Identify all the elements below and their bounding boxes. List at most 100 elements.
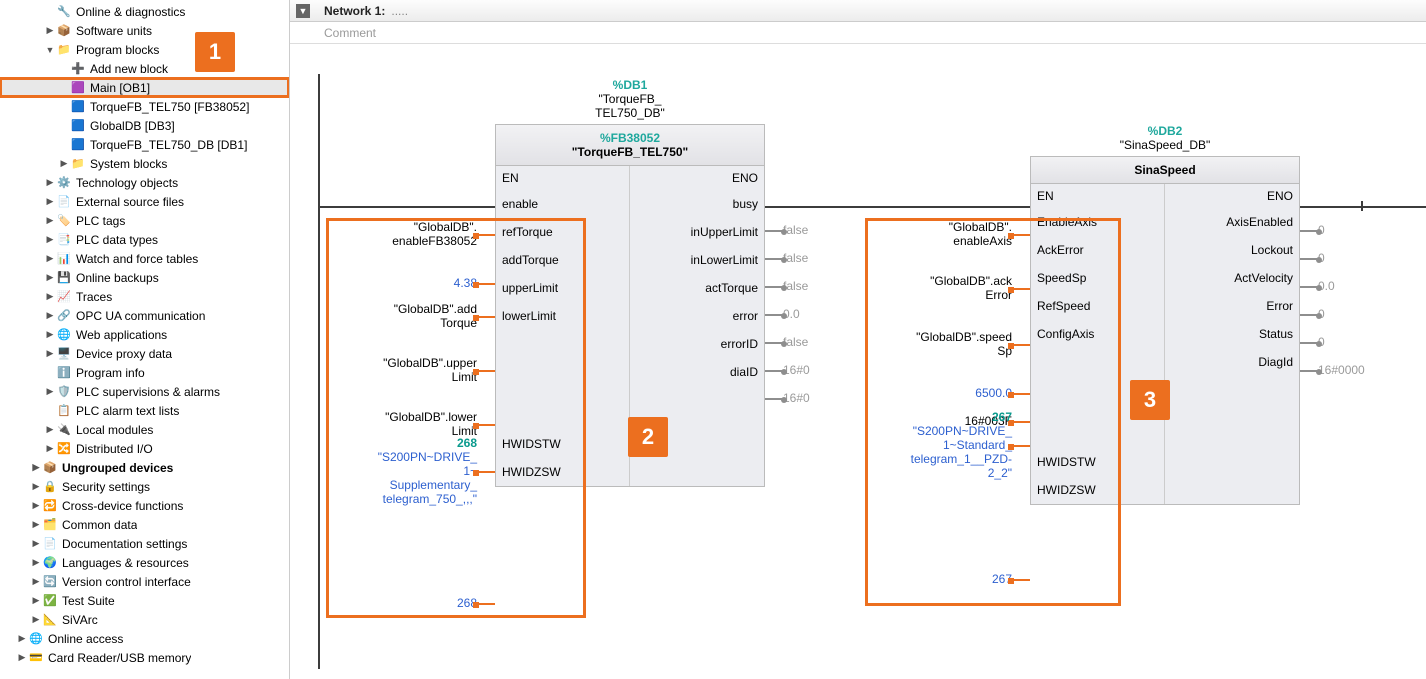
input-pin[interactable]: EN — [496, 166, 629, 190]
caret-icon[interactable]: ▶ — [44, 310, 56, 321]
output-pin[interactable]: inUpperLimit — [630, 218, 764, 246]
output-pin[interactable]: busy — [630, 190, 764, 218]
tree-item[interactable]: ▶🛡️PLC supervisions & alarms — [0, 382, 289, 401]
tree-item[interactable]: ▶🏷️PLC tags — [0, 211, 289, 230]
tree-item[interactable]: ▶🔒Security settings — [0, 477, 289, 496]
caret-icon[interactable]: ▶ — [44, 348, 56, 359]
output-pin[interactable]: ActVelocity — [1165, 264, 1299, 292]
input-value[interactable]: "GlobalDB".speedSp — [870, 330, 1012, 358]
tree-item[interactable]: ▶🔄Version control interface — [0, 572, 289, 591]
input-pin[interactable]: SpeedSp — [1031, 264, 1164, 292]
tree-item[interactable]: ▶📄Documentation settings — [0, 534, 289, 553]
caret-icon[interactable]: ▶ — [44, 329, 56, 340]
tree-item[interactable]: ▶🌐Online access — [0, 629, 289, 648]
output-pin[interactable]: ENO — [630, 166, 764, 190]
caret-icon[interactable]: ▶ — [30, 557, 42, 568]
caret-icon[interactable]: ▶ — [30, 481, 42, 492]
input-value[interactable]: "GlobalDB".enableFB38052 — [330, 220, 477, 248]
tree-item[interactable]: ▶📊Watch and force tables — [0, 249, 289, 268]
tree-item[interactable]: ℹ️Program info — [0, 363, 289, 382]
caret-icon[interactable]: ▶ — [30, 576, 42, 587]
caret-icon[interactable]: ▶ — [44, 424, 56, 435]
caret-icon[interactable]: ▶ — [44, 234, 56, 245]
tree-item[interactable]: 🔧Online & diagnostics — [0, 2, 289, 21]
input-pin[interactable]: enable — [496, 190, 629, 218]
caret-icon[interactable]: ▶ — [30, 519, 42, 530]
input-pin[interactable]: refTorque — [496, 218, 629, 246]
caret-icon[interactable]: ▶ — [30, 614, 42, 625]
tree-item[interactable]: ▶📈Traces — [0, 287, 289, 306]
input-value[interactable]: "GlobalDB".ackError — [870, 274, 1012, 302]
caret-icon[interactable]: ▶ — [30, 462, 42, 473]
fb-sinaspeed[interactable]: %DB2 "SinaSpeed_DB" SinaSpeed ENEnableAx… — [1030, 124, 1300, 505]
input-value[interactable]: "GlobalDB".addTorque — [330, 302, 477, 330]
input-pin[interactable]: HWIDSTW — [1031, 448, 1164, 476]
input-pin[interactable]: AckError — [1031, 236, 1164, 264]
caret-icon[interactable]: ▶ — [44, 386, 56, 397]
output-pin[interactable]: error — [630, 302, 764, 330]
tree-item[interactable]: ▶📄External source files — [0, 192, 289, 211]
input-pin[interactable]: EnableAxis — [1031, 208, 1164, 236]
tree-item[interactable]: ▶⚙️Technology objects — [0, 173, 289, 192]
caret-icon[interactable]: ▶ — [30, 538, 42, 549]
tree-item[interactable]: ▶📐SiVArc — [0, 610, 289, 629]
tree-item[interactable]: ➕Add new block — [0, 59, 289, 78]
output-pin[interactable]: Error — [1165, 292, 1299, 320]
input-value[interactable]: "GlobalDB".lowerLimit — [330, 410, 477, 438]
input-pin[interactable]: upperLimit — [496, 274, 629, 302]
input-value[interactable]: 4.38 — [330, 276, 477, 290]
tree-item[interactable]: ▶🌐Web applications — [0, 325, 289, 344]
caret-icon[interactable]: ▼ — [44, 45, 56, 55]
tree-item[interactable]: ▶📁System blocks — [0, 154, 289, 173]
input-pin[interactable]: lowerLimit — [496, 302, 629, 330]
input-value[interactable]: 268"S200PN~DRIVE_1~Supplementary_telegra… — [330, 436, 477, 506]
input-value[interactable]: 6500.0 — [870, 386, 1012, 400]
caret-icon[interactable]: ▶ — [44, 215, 56, 226]
input-value[interactable]: 268 — [330, 596, 477, 610]
caret-icon[interactable]: ▶ — [44, 25, 56, 36]
caret-icon[interactable]: ▶ — [44, 253, 56, 264]
input-pin[interactable]: EN — [1031, 184, 1164, 208]
tree-item[interactable]: 📋PLC alarm text lists — [0, 401, 289, 420]
output-pin[interactable]: DiagId — [1165, 348, 1299, 376]
caret-icon[interactable]: ▶ — [44, 196, 56, 207]
output-pin[interactable]: actTorque — [630, 274, 764, 302]
tree-item[interactable]: ▶🔁Cross-device functions — [0, 496, 289, 515]
tree-item[interactable]: ▶🌍Languages & resources — [0, 553, 289, 572]
caret-icon[interactable]: ▶ — [16, 652, 28, 663]
collapse-toggle[interactable]: ▼ — [296, 4, 310, 18]
project-tree[interactable]: 🔧Online & diagnostics▶📦Software units▼📁P… — [0, 0, 290, 679]
tree-item[interactable]: ▶🔀Distributed I/O — [0, 439, 289, 458]
output-pin[interactable]: diaID — [630, 358, 764, 386]
output-pin[interactable]: errorID — [630, 330, 764, 358]
tree-item[interactable]: 🟪Main [OB1] — [0, 78, 289, 97]
caret-icon[interactable]: ▶ — [44, 177, 56, 188]
output-pin[interactable]: Lockout — [1165, 236, 1299, 264]
tree-item[interactable]: 🟦TorqueFB_TEL750_DB [DB1] — [0, 135, 289, 154]
input-pin[interactable]: HWIDSTW — [496, 430, 629, 458]
network-canvas[interactable]: %DB1 "TorqueFB_TEL750_DB" %FB38052 "Torq… — [290, 44, 1426, 679]
output-pin[interactable]: ENO — [1165, 184, 1299, 208]
tree-item[interactable]: ▶💾Online backups — [0, 268, 289, 287]
tree-item[interactable]: 🟦TorqueFB_TEL750 [FB38052] — [0, 97, 289, 116]
caret-icon[interactable]: ▶ — [30, 500, 42, 511]
tree-item[interactable]: 🟦GlobalDB [DB3] — [0, 116, 289, 135]
output-pin[interactable]: Status — [1165, 320, 1299, 348]
input-value[interactable]: 267"S200PN~DRIVE_1~Standard_telegram_1__… — [870, 410, 1012, 480]
caret-icon[interactable]: ▶ — [44, 291, 56, 302]
tree-item[interactable]: ▶🔌Local modules — [0, 420, 289, 439]
caret-icon[interactable]: ▶ — [44, 272, 56, 283]
input-pin[interactable]: HWIDZSW — [1031, 476, 1164, 504]
output-pin[interactable]: inLowerLimit — [630, 246, 764, 274]
input-value[interactable]: 267 — [870, 572, 1012, 586]
network-comment[interactable]: Comment — [290, 22, 1426, 44]
input-pin[interactable]: ConfigAxis — [1031, 320, 1164, 348]
tree-item[interactable]: ▶🗂️Common data — [0, 515, 289, 534]
tree-item[interactable]: ▶🔗OPC UA communication — [0, 306, 289, 325]
caret-icon[interactable]: ▶ — [58, 158, 70, 169]
caret-icon[interactable]: ▶ — [16, 633, 28, 644]
tree-item[interactable]: ▶✅Test Suite — [0, 591, 289, 610]
tree-item[interactable]: ▶📦Software units — [0, 21, 289, 40]
tree-item[interactable]: ▶📦Ungrouped devices — [0, 458, 289, 477]
tree-item[interactable]: ▶🖥️Device proxy data — [0, 344, 289, 363]
